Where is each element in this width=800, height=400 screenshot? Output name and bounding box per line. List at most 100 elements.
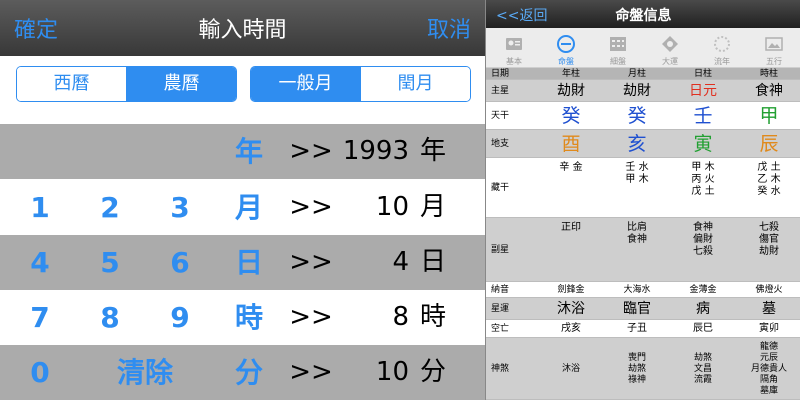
lunar-calendar-tab[interactable]: 農曆: [126, 67, 236, 101]
cell-shensha: 龍德 元辰 月德貴人 隔角 墓庫: [736, 342, 800, 397]
tab-profile[interactable]: 基本: [488, 28, 540, 68]
grid-icon: [608, 34, 628, 54]
tab-diamond[interactable]: 大運: [644, 28, 696, 68]
cell-sub-star: 比肩 食神: [604, 222, 670, 246]
western-calendar-tab[interactable]: 西曆: [17, 67, 126, 101]
cell-line: 食神: [693, 222, 713, 233]
nav-title: 輸入時間: [198, 18, 287, 43]
digit-key-2[interactable]: 2: [88, 180, 132, 235]
row-label: 納音: [491, 285, 510, 295]
digit-key-9[interactable]: 9: [158, 290, 202, 345]
digit-key-4[interactable]: 4: [18, 235, 62, 290]
cell-nayin: 佛燈火: [755, 285, 783, 295]
cell-void: 辰巳: [693, 323, 713, 334]
unit-key[interactable]: 日: [226, 235, 272, 290]
column-header-year: 年柱: [561, 69, 580, 79]
row-label: 藏干: [491, 183, 510, 193]
cell-line: 壬 水: [625, 162, 649, 173]
column-header-label: 日期: [491, 69, 510, 79]
digit-key-5[interactable]: 5: [88, 235, 132, 290]
table-row-hidden: 藏干辛 金壬 水甲 木甲 木丙 火戊 土戊 土乙 木癸 水: [486, 158, 800, 218]
cell-line: 乙 木: [757, 174, 781, 185]
normal-month-tab[interactable]: 一般月: [251, 67, 360, 101]
digit-key-6[interactable]: 6: [158, 235, 202, 290]
image-icon: [764, 34, 784, 54]
cell-heaven: 甲: [759, 105, 779, 127]
cell-main-star: 食神: [755, 83, 783, 99]
keypad-row: 1 2 3 月 >> 10 月: [0, 180, 485, 235]
row-label: 天干: [491, 111, 510, 121]
digit-key-0[interactable]: 0: [18, 345, 62, 400]
cell-nayin: 劍鋒金: [557, 285, 585, 295]
field-value: 8: [392, 302, 409, 332]
row-label: 地支: [491, 139, 510, 149]
unit-key[interactable]: 年: [226, 124, 272, 179]
cell-main-star: 劫財: [623, 83, 651, 99]
unit-key[interactable]: 分: [226, 345, 272, 400]
digit-key-7[interactable]: 7: [18, 290, 62, 345]
tab-label: 流年: [714, 57, 730, 66]
field-unit: 年: [420, 136, 447, 166]
tab-image[interactable]: 五行: [748, 28, 800, 68]
cell-line: 七殺: [759, 222, 779, 233]
tab-bar: 基本 命盤 細盤 大運 流年 五行: [486, 28, 800, 68]
row-label: 主星: [491, 86, 510, 96]
field-value: 10: [375, 357, 409, 387]
cell-heaven: 壬: [693, 105, 713, 127]
digit-key-1[interactable]: 1: [18, 180, 62, 235]
cell-line: 甲 木: [625, 174, 649, 185]
cell-sub-star: 七殺 傷官 劫財: [736, 222, 800, 258]
month-type-segment: 一般月 閏月: [250, 66, 471, 102]
arrow-indicator: >>: [289, 192, 333, 222]
tab-grid[interactable]: 細盤: [592, 28, 644, 68]
field-value: 10: [375, 192, 409, 222]
cell-shensha: 劫煞 文昌 流霞: [670, 353, 736, 386]
cell-star-fortune: 臨官: [623, 301, 651, 317]
unit-key[interactable]: 時: [226, 290, 272, 345]
cell-line: 比肩: [627, 222, 647, 233]
cell-nayin: 大海水: [623, 285, 651, 295]
nav-bar: 確定 輸入時間 取消: [0, 0, 485, 56]
screenshot-composite: 確定 輸入時間 取消 西曆 農曆 一般月 閏月 年 >> 1993 年 1 2 3 月 >> 10…: [0, 0, 800, 400]
cell-line: 傷官: [759, 234, 779, 245]
segment-row: 西曆 農曆 一般月 閏月: [0, 56, 485, 124]
keypad-row: 7 8 9 時 >> 8 時: [0, 290, 485, 345]
table-row-shensha: 神煞 沐浴 喪門 劫煞 祿神 劫煞 文昌 流霞 龍德 元辰 月德貴人 隔角 墓庫: [486, 338, 800, 400]
cell-void: 戌亥: [561, 323, 581, 334]
table-row-sub-star: 副星 正印 比肩 食神 食神 偏財 七殺 七殺 傷官 劫財: [486, 218, 800, 282]
cell-line: 祿神: [627, 374, 646, 385]
cancel-button[interactable]: 取消: [427, 12, 471, 44]
arrow-indicator: >>: [289, 357, 333, 387]
cell-hidden: 壬 水甲 木: [604, 162, 670, 186]
table-row-nayin: 納音 劍鋒金 大海水 金薄金 佛燈火: [486, 282, 800, 298]
cell-heaven: 癸: [627, 105, 647, 127]
column-header-day: 日柱: [693, 69, 712, 79]
cell-line: 月德貴人: [750, 363, 787, 374]
unit-key[interactable]: 月: [226, 180, 272, 235]
cell-line: 癸 水: [757, 186, 781, 197]
cell-hidden: 戊 土乙 木癸 水: [736, 162, 800, 198]
tab-label: 細盤: [610, 57, 626, 66]
clear-key[interactable]: 清除: [100, 345, 190, 400]
field-unit: 日: [420, 247, 447, 277]
cell-hidden: 甲 木丙 火戊 土: [670, 162, 736, 198]
cell-line: 文昌: [693, 363, 712, 374]
cell-line: 劫財: [759, 246, 779, 257]
cell-shensha: 喪門 劫煞 祿神: [604, 353, 670, 386]
digit-key-8[interactable]: 8: [88, 290, 132, 345]
tab-ring[interactable]: 流年: [696, 28, 748, 68]
cell-line: 隔角: [759, 374, 778, 385]
cell-hidden: 辛 金: [538, 162, 604, 174]
table-row-main-star: 主星 劫財 劫財 日元 食神: [486, 80, 800, 102]
arrow-indicator: >>: [289, 302, 333, 332]
cell-nayin: 金薄金: [689, 285, 717, 295]
digit-key-3[interactable]: 3: [158, 180, 202, 235]
chart-circle-icon: [556, 34, 576, 54]
cell-void: 子丑: [627, 323, 647, 334]
cell-line: 食神: [627, 234, 647, 245]
cell-line: 喪門: [627, 352, 646, 363]
profile-icon: [504, 34, 524, 54]
nav-bar-right: <<返回 命盤信息: [486, 0, 800, 28]
tab-chart-circle[interactable]: 命盤: [540, 28, 592, 68]
leap-month-tab[interactable]: 閏月: [360, 67, 470, 101]
